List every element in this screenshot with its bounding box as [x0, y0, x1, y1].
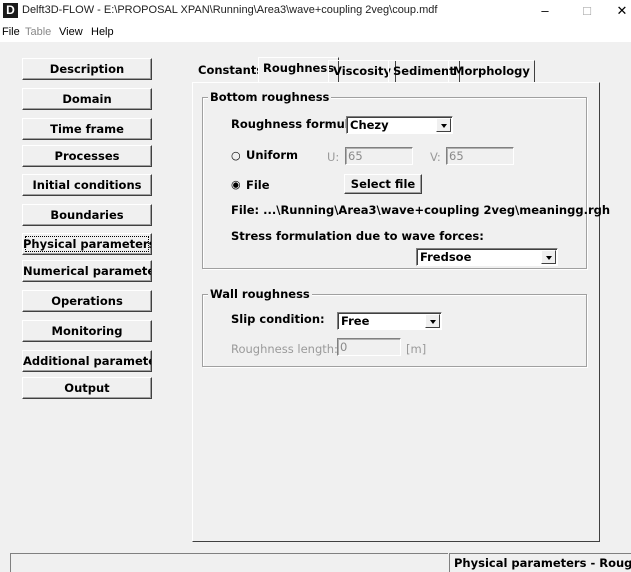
wall-roughness-group: Wall roughness — [202, 287, 587, 367]
delft3d-app-icon: D — [3, 3, 18, 18]
v-label: V: — [430, 150, 441, 164]
chevron-down-icon[interactable] — [436, 118, 451, 132]
chevron-down-icon[interactable] — [425, 314, 440, 328]
stress-formulation-select[interactable]: Fredsoe — [416, 248, 558, 266]
uniform-label: Uniform — [246, 148, 299, 162]
close-button[interactable]: ✕ — [612, 2, 631, 20]
window-title: Delft3D-FLOW - E:\PROPOSAL XPAN\Running\… — [22, 4, 438, 16]
uniform-radio[interactable]: ○ — [231, 148, 243, 162]
tab-roughness[interactable]: Roughness — [258, 57, 340, 83]
u-label: U: — [327, 150, 340, 164]
tab-morphology[interactable]: Morphology — [448, 60, 535, 82]
sidebar-item-numerical-parameters[interactable]: Numerical parameters — [22, 260, 152, 282]
sidebar-item-time-frame[interactable]: Time frame — [22, 118, 152, 140]
sidebar-item-boundaries[interactable]: Boundaries — [22, 204, 152, 226]
slip-condition-select[interactable]: Free — [337, 312, 442, 330]
sidebar-item-operations[interactable]: Operations — [22, 290, 152, 312]
menu-bar: File Table View Help — [0, 22, 631, 42]
title-bar: D Delft3D-FLOW - E:\PROPOSAL XPAN\Runnin… — [0, 0, 631, 22]
roughness-formula-label: Roughness formula: — [231, 117, 362, 131]
radio-selected-icon: ◉ — [231, 178, 241, 191]
file-radio[interactable]: ◉ — [231, 177, 243, 191]
bottom-roughness-legend: Bottom roughness — [208, 90, 332, 104]
sidebar-item-physical-parameters[interactable]: Physical parameters — [22, 233, 152, 255]
v-input[interactable]: 65 — [446, 147, 514, 165]
u-input[interactable]: 65 — [345, 147, 413, 165]
stress-formulation-label: Stress formulation due to wave forces: — [231, 229, 484, 243]
roughness-length-input[interactable]: 0 — [337, 338, 401, 356]
slip-condition-value: Free — [341, 314, 370, 328]
menu-file[interactable]: File — [2, 26, 20, 38]
roughness-length-label: Roughness length: — [231, 342, 338, 356]
chevron-down-icon[interactable] — [541, 250, 556, 264]
radio-empty-icon: ○ — [231, 149, 241, 162]
wall-roughness-legend: Wall roughness — [208, 287, 312, 301]
menu-view[interactable]: View — [59, 26, 83, 38]
stress-formulation-value: Fredsoe — [420, 250, 472, 264]
menu-table[interactable]: Table — [25, 26, 51, 38]
file-label: File — [246, 178, 270, 192]
sidebar-item-monitoring[interactable]: Monitoring — [22, 320, 152, 342]
roughness-formula-value: Chezy — [350, 118, 389, 132]
sidebar-item-description[interactable]: Description — [22, 58, 152, 80]
status-bar-left — [10, 553, 448, 572]
sidebar-item-output[interactable]: Output — [22, 377, 152, 399]
slip-condition-label: Slip condition: — [231, 312, 325, 326]
sidebar-item-initial-conditions[interactable]: Initial conditions — [22, 174, 152, 196]
sidebar-item-domain[interactable]: Domain — [22, 88, 152, 110]
sidebar-item-additional-parameters[interactable]: Additional parameters — [22, 350, 152, 372]
roughness-formula-select[interactable]: Chezy — [346, 116, 453, 134]
maximize-button[interactable]: □ — [577, 2, 597, 20]
tab-constants[interactable]: Constants — [198, 60, 263, 82]
tab-viscosity[interactable]: Viscosity — [328, 60, 396, 82]
sidebar-item-processes[interactable]: Processes — [22, 145, 152, 167]
file-path-text: File: ...\Running\Area3\wave+coupling 2v… — [231, 203, 611, 217]
select-file-button[interactable]: Select file — [344, 174, 422, 194]
status-bar-right: Physical parameters - Roughness — [449, 553, 631, 572]
minimize-button[interactable]: – — [535, 2, 555, 20]
roughness-length-unit: [m] — [406, 342, 427, 356]
menu-help[interactable]: Help — [91, 26, 114, 38]
